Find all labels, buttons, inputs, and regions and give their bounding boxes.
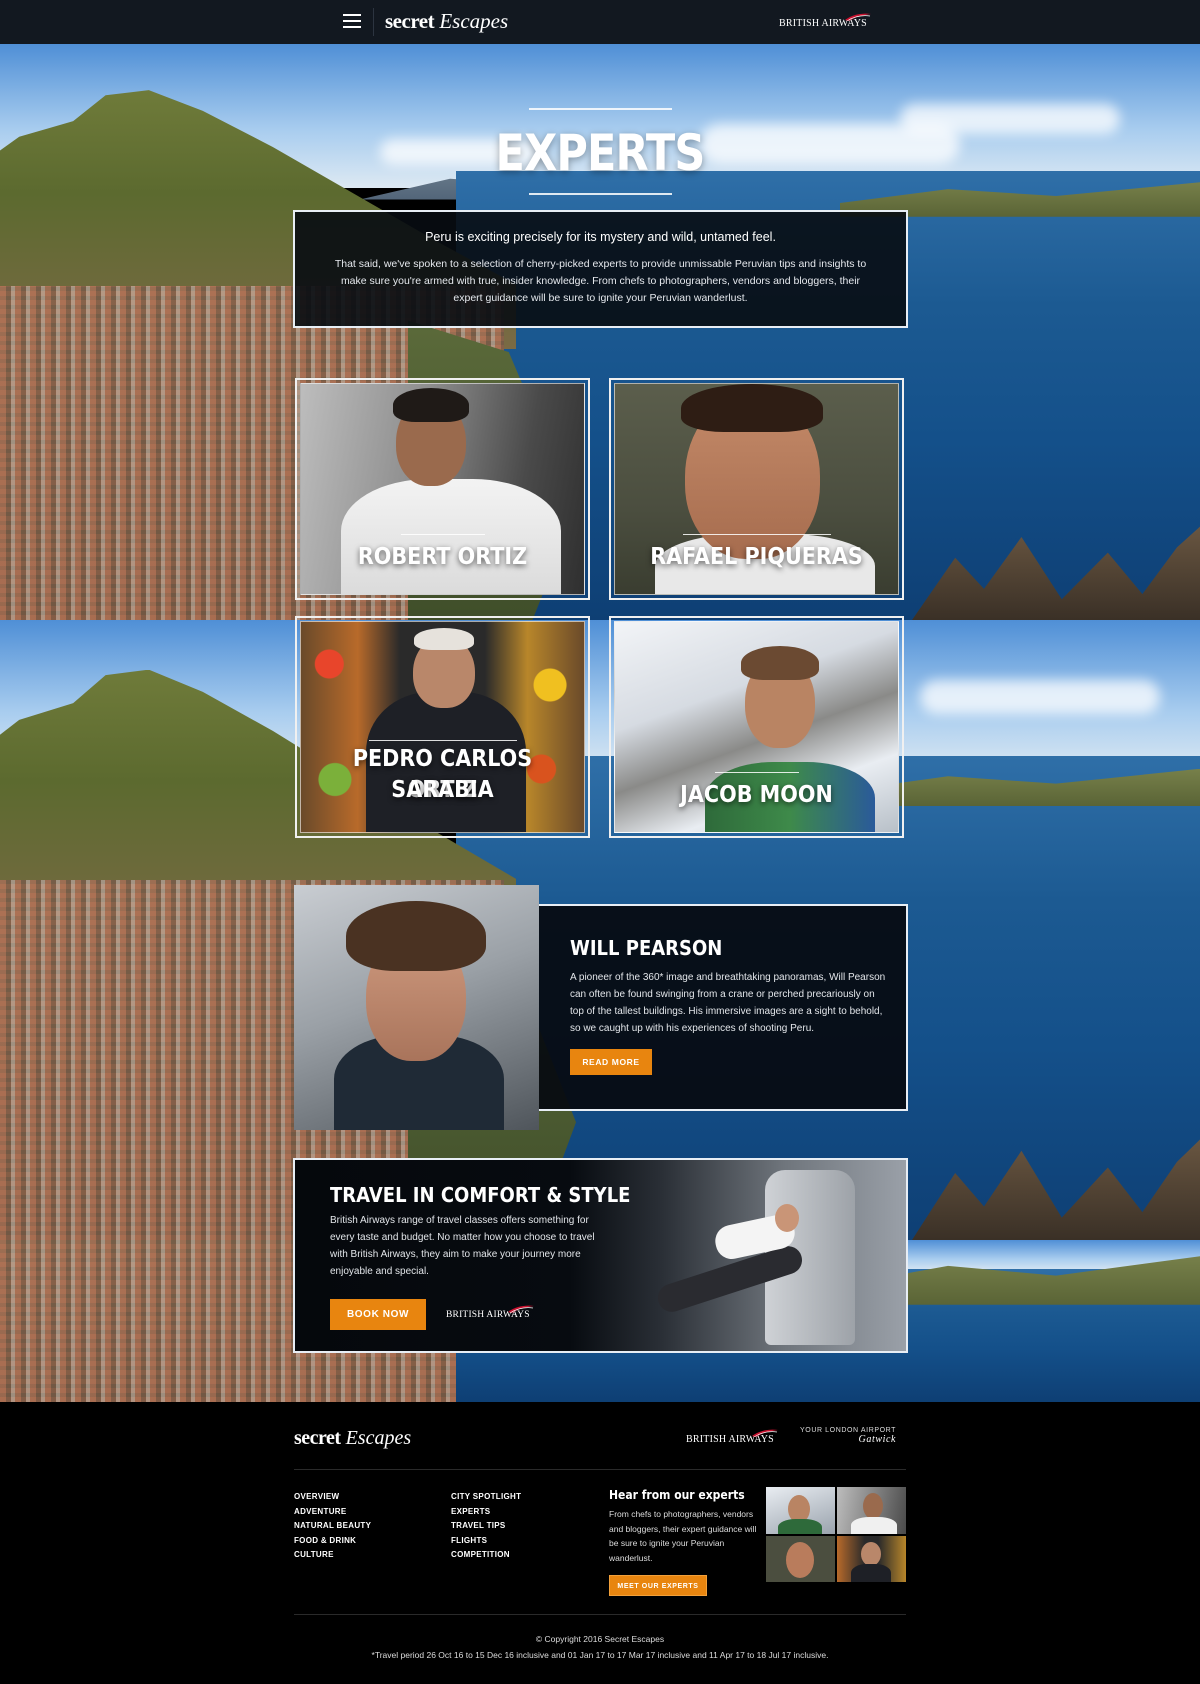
expert-photo: ROBERT ORTIZ [300, 383, 585, 595]
expert-photo: PEDRO CARLOS ORTIZ SARABIA [300, 621, 585, 833]
expert-photo: RAFAEL PIQUERAS [614, 383, 899, 595]
expert-name: JACOB MOON [680, 782, 833, 808]
gatwick-wordmark: Gatwick [858, 1434, 897, 1445]
footer-link-adventure[interactable]: ADVENTURE [294, 1505, 371, 1520]
expert-card-jacob-moon[interactable]: JACOB MOON [609, 616, 904, 838]
ba-speedmarque-icon [507, 1305, 534, 1313]
expert-card-robert-ortiz[interactable]: ROBERT ORTIZ [295, 378, 590, 600]
expert-name: ROBERT ORTIZ [357, 544, 528, 570]
footer-link-culture[interactable]: CULTURE [294, 1548, 371, 1563]
gatwick-tagline: YOUR LONDON AIRPORT [800, 1427, 897, 1434]
will-pearson-panel: WILL PEARSON A pioneer of the 360* image… [539, 904, 908, 1111]
meet-our-experts-button[interactable]: MEET OUR EXPERTS [609, 1575, 707, 1596]
will-pearson-name: WILL PEARSON [570, 936, 723, 960]
expert-thumbnail-pedro-carlos-ortiz-sarabia [837, 1535, 906, 1582]
secret-escapes-logo[interactable]: secret Escapes [385, 9, 508, 34]
footer: secret Escapes BRITISH AIRWAYS YOUR LOND… [0, 1402, 1200, 1684]
ba-speedmarque-icon [844, 13, 871, 21]
footer-link-competition[interactable]: COMPETITION [451, 1548, 521, 1563]
will-pearson-photo [294, 885, 539, 1130]
hear-from-experts-text: From chefs to photographers, vendors and… [609, 1509, 757, 1563]
hamburger-menu-icon[interactable] [343, 14, 361, 29]
ba-speedmarque-icon [751, 1429, 778, 1437]
footer-link-flights[interactable]: FLIGHTS [451, 1534, 521, 1549]
british-airways-logo: BRITISH AIRWAYS [446, 1305, 534, 1320]
nav-divider [373, 8, 374, 36]
travel-in-comfort-banner: TRAVEL IN COMFORT & STYLE British Airway… [293, 1158, 908, 1353]
expert-card-pedro-carlos-ortiz-sarabia[interactable]: PEDRO CARLOS ORTIZ SARABIA [295, 616, 590, 838]
hear-from-experts-title: Hear from our experts [609, 1488, 745, 1502]
top-navigation-bar: secret Escapes BRITISH AIRWAYS [0, 0, 1200, 44]
experts-thumbnail-grid[interactable] [766, 1487, 906, 1582]
expert-card-rafael-piqueras[interactable]: RAFAEL PIQUERAS [609, 378, 904, 600]
intro-body: That said, we've spoken to a selection o… [334, 258, 867, 304]
footer-british-airways-logo[interactable]: BRITISH AIRWAYS [686, 1429, 778, 1445]
footer-link-food-drink[interactable]: FOOD & DRINK [294, 1534, 371, 1549]
promo-text: British Airways range of travel classes … [330, 1215, 595, 1277]
footer-link-overview[interactable]: OVERVIEW [294, 1490, 371, 1505]
travel-period-note: *Travel period 26 Oct 16 to 15 Dec 16 in… [371, 1650, 829, 1660]
read-more-button[interactable]: READ MORE [570, 1049, 652, 1075]
british-airways-logo[interactable]: BRITISH AIRWAYS [779, 13, 871, 29]
expert-name-line-2: SARABIA [391, 777, 494, 803]
footer-nav-column-1: OVERVIEW ADVENTURE NATURAL BEAUTY FOOD &… [294, 1490, 371, 1563]
footer-link-experts[interactable]: EXPERTS [451, 1505, 521, 1520]
intro-lead: Peru is exciting precisely for its myste… [425, 230, 776, 244]
expert-thumbnail-robert-ortiz [837, 1487, 906, 1534]
expert-photo: JACOB MOON [614, 621, 899, 833]
gatwick-airport-logo[interactable]: YOUR LONDON AIRPORT Gatwick [800, 1427, 896, 1445]
ba-cabin-photo [625, 1160, 906, 1351]
footer-link-travel-tips[interactable]: TRAVEL TIPS [451, 1519, 521, 1534]
footer-link-city-spotlight[interactable]: CITY SPOTLIGHT [451, 1490, 521, 1505]
hero-rule-top [529, 108, 672, 110]
promo-title: TRAVEL IN COMFORT & STYLE [330, 1183, 631, 1207]
expert-thumbnail-jacob-moon [766, 1487, 835, 1534]
hero-rule-bottom [529, 193, 672, 195]
page-title: EXPERTS [495, 124, 706, 182]
book-now-button[interactable]: BOOK NOW [330, 1299, 426, 1330]
expert-thumbnail-rafael-piqueras [766, 1535, 835, 1582]
footer-divider-top [294, 1469, 906, 1470]
copyright-text: © Copyright 2016 Secret Escapes [535, 1634, 665, 1644]
intro-panel: Peru is exciting precisely for its myste… [293, 210, 908, 328]
footer-link-natural-beauty[interactable]: NATURAL BEAUTY [294, 1519, 371, 1534]
footer-divider-bottom [294, 1614, 906, 1615]
footer-nav-column-2: CITY SPOTLIGHT EXPERTS TRAVEL TIPS FLIGH… [451, 1490, 521, 1563]
will-pearson-text: A pioneer of the 360* image and breathta… [570, 972, 886, 1034]
expert-name: RAFAEL PIQUERAS [650, 544, 863, 570]
footer-secret-escapes-logo[interactable]: secret Escapes [294, 1427, 411, 1450]
